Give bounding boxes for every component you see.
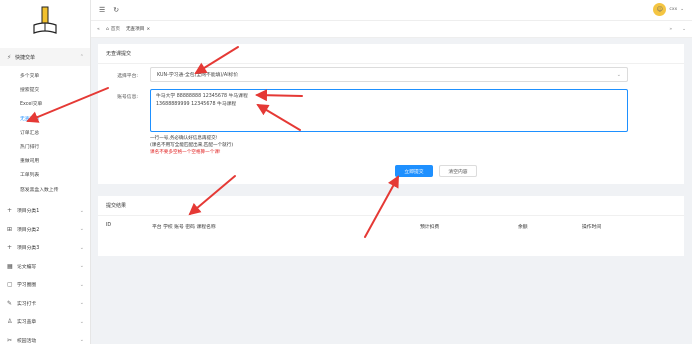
more-icon[interactable]: ⌄ — [682, 27, 686, 32]
sidebar-group-label: 项目分类1 — [17, 209, 40, 215]
sidebar-item-no-check[interactable]: 无查项目 — [0, 113, 90, 127]
logo — [0, 0, 90, 42]
hint-line-3: 课名不要多空格一个空格算一个课! — [150, 150, 221, 155]
book-icon: ▦ — [7, 262, 13, 270]
user-name: cxx — [669, 7, 678, 12]
bolt-icon: ⚡ — [7, 53, 12, 61]
plus-icon: + — [7, 244, 13, 252]
menu-quick-submit[interactable]: ⚡ 快捷交单 ⌃ — [0, 48, 90, 66]
close-icon[interactable]: × — [146, 27, 150, 32]
chevron-down-icon: ⌄ — [79, 318, 84, 325]
phone-icon: ▢ — [7, 281, 13, 289]
chevron-down-icon: ⌄ — [79, 207, 84, 214]
tab-controls: » ⌄ — [669, 27, 686, 32]
sidebar-group-label: 项目分类3 — [17, 246, 40, 252]
clear-button[interactable]: 清空内容 — [439, 165, 477, 177]
column-info: 平台 学校 账号 密码 课程名称 — [152, 225, 216, 230]
refresh-icon[interactable]: ↻ — [113, 6, 119, 14]
sidebar-group-2[interactable]: ⊞ 项目分类2 ⌄ — [0, 220, 90, 239]
column-estimated-fee: 预计扣费 — [420, 225, 440, 230]
submenu: 多个交单 搜索提交 Excel交单 无查项目 订单汇总 热门排行 重做司用 工单… — [0, 66, 90, 198]
stamp-icon: ♙ — [7, 318, 13, 326]
hint-line-2: (课名不用写全能匹配出来,匹配一个就行) — [150, 143, 234, 148]
chevron-down-icon: ⌄ — [79, 300, 84, 307]
home-icon: ⌂ — [105, 26, 109, 32]
sidebar-item-excel-submit[interactable]: Excel交单 — [0, 98, 90, 112]
sidebar-item-upload[interactable]: 怒发黑盒入数上传 — [0, 184, 90, 198]
top-bar: ☰ ↻ ☺ cxx ⌄ — [91, 0, 692, 21]
sidebar-group-study[interactable]: ▢ 学习圈圈 ⌄ — [0, 276, 90, 295]
sidebar-item-tickets[interactable]: 工单列表 — [0, 169, 90, 183]
sidebar-item-search-submit[interactable]: 搜索提交 — [0, 84, 90, 98]
menu-quick-submit-label: 快捷交单 — [15, 54, 36, 61]
tab-current-label: 无查项目 — [125, 27, 145, 32]
tab-current[interactable]: 无查项目 × — [125, 26, 150, 33]
submit-button[interactable]: 立即提交 — [395, 165, 433, 177]
account-textarea[interactable]: 牛马大学 88888888 12345678 牛马课程 13688889999 … — [150, 89, 628, 132]
sidebar-group-label: 实习盖章 — [17, 320, 37, 326]
account-label: 账号信息: — [117, 95, 138, 100]
chevron-down-icon: ⌄ — [79, 226, 84, 233]
double-right-icon[interactable]: » — [669, 27, 672, 32]
chevron-up-icon: ⌃ — [79, 54, 84, 60]
column-id: ID — [106, 223, 112, 228]
sidebar-group-campus[interactable]: ✂ 校园活动 ⌄ — [0, 331, 90, 344]
sidebar-group-3[interactable]: + 项目分类3 ⌄ — [0, 239, 90, 258]
sidebar-group-label: 学习圈圈 — [17, 283, 37, 289]
platform-select[interactable]: KUN-学习通-全包(全网不能填)/AI标价 ⌄ — [150, 67, 628, 82]
platform-select-value: KUN-学习通-全包(全网不能填)/AI标价 — [157, 73, 239, 78]
tab-home-label: 首页 — [110, 27, 120, 32]
submit-hints: 一行一号,务必确认好信息再提交! (课名不用写全能匹配出来,匹配一个就行) 课名… — [150, 135, 233, 156]
sidebar: ⚡ 快捷交单 ⌃ 多个交单 搜索提交 Excel交单 无查项目 订单汇总 热门排… — [0, 0, 91, 344]
platform-label: 选择平台: — [117, 74, 138, 79]
chevron-down-icon: ⌄ — [616, 71, 621, 78]
user-menu[interactable]: ☺ cxx ⌄ — [653, 3, 684, 16]
chevron-down-icon: ⌄ — [79, 244, 84, 251]
chevron-down-icon: ⌄ — [79, 281, 84, 288]
sidebar-group-thesis[interactable]: ▦ 论文编写 ⌄ — [0, 257, 90, 276]
sidebar-group-label: 论文编写 — [17, 264, 37, 270]
pen-icon: ✎ — [7, 299, 13, 307]
card-title: 无查课提交 — [98, 44, 684, 64]
pencil-book-logo-icon — [33, 6, 57, 34]
sidebar-item-redo[interactable]: 重做司用 — [0, 155, 90, 169]
sidebar-item-order-summary[interactable]: 订单汇总 — [0, 127, 90, 141]
hint-line-1: 一行一号,务必确认好信息再提交! — [150, 136, 218, 141]
tab-nav-left[interactable]: « — [97, 27, 100, 32]
menu-fold-icon[interactable]: ☰ — [99, 6, 105, 14]
column-time: 操作时间 — [582, 225, 602, 230]
grid-icon: ⊞ — [7, 225, 13, 233]
avatar: ☺ — [653, 3, 667, 16]
tool-icon: ✂ — [7, 336, 13, 344]
chevron-down-icon: ⌄ — [680, 7, 684, 12]
sidebar-group-label: 项目分类2 — [17, 227, 40, 233]
sidebar-group-1[interactable]: + 项目分类1 ⌄ — [0, 202, 90, 221]
plus-icon: + — [7, 207, 13, 215]
chevron-down-icon: ⌄ — [79, 263, 84, 270]
sidebar-group-intern-stamp[interactable]: ♙ 实习盖章 ⌄ — [0, 313, 90, 332]
sidebar-group-label: 实习打卡 — [17, 301, 37, 307]
double-left-icon: « — [97, 26, 100, 32]
tab-home[interactable]: ⌂ 首页 — [105, 26, 120, 33]
results-title: 提交结果 — [98, 196, 684, 216]
sidebar-group-intern-checkin[interactable]: ✎ 实习打卡 ⌄ — [0, 294, 90, 313]
chevron-down-icon: ⌄ — [79, 337, 84, 344]
sidebar-group-label: 校园活动 — [17, 338, 37, 344]
sidebar-item-multi-submit[interactable]: 多个交单 — [0, 70, 90, 84]
column-balance: 余额 — [518, 225, 528, 230]
tab-bar: « ⌂ 首页 无查项目 × » ⌄ — [91, 21, 692, 38]
sidebar-item-hot-rank[interactable]: 热门排行 — [0, 141, 90, 155]
